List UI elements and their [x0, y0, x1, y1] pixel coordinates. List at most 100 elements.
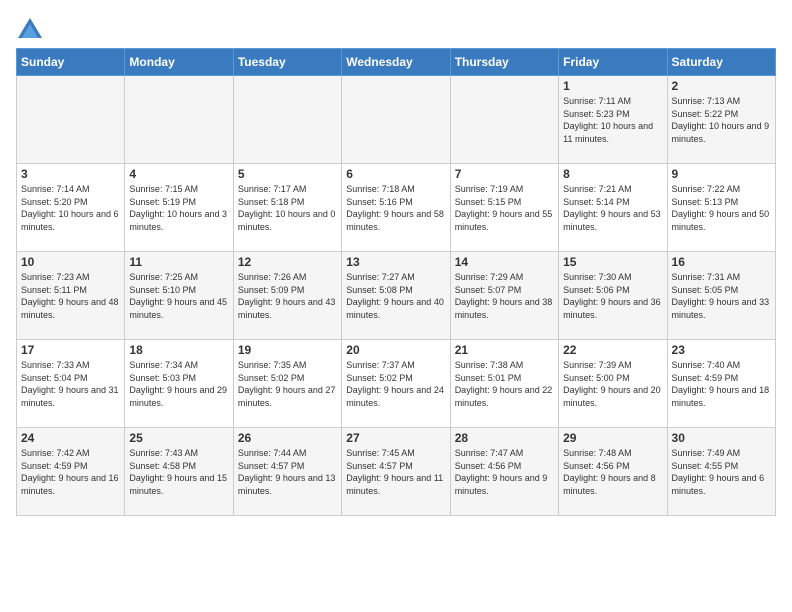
- day-content: Sunrise: 7:35 AM Sunset: 5:02 PM Dayligh…: [238, 359, 337, 409]
- day-number: 7: [455, 167, 554, 181]
- calendar-cell: 9 Sunrise: 7:22 AM Sunset: 5:13 PM Daylig…: [667, 164, 775, 252]
- header-saturday: Saturday: [667, 49, 775, 76]
- calendar-cell: 17 Sunrise: 7:33 AM Sunset: 5:04 PM Dayli…: [17, 340, 125, 428]
- calendar-cell: 16Sunrise: 7:31 AM Sunset: 5:05 PM Dayli…: [667, 252, 775, 340]
- day-content: Sunrise: 7:44 AM Sunset: 4:57 PM Dayligh…: [238, 447, 337, 497]
- day-content: Sunrise: 7:48 AM Sunset: 4:56 PM Dayligh…: [563, 447, 662, 497]
- calendar-cell: 25 Sunrise: 7:43 AM Sunset: 4:58 PM Dayli…: [125, 428, 233, 516]
- day-content: Sunrise: 7:25 AM Sunset: 5:10 PM Dayligh…: [129, 271, 228, 321]
- day-content: Sunrise: 7:49 AM Sunset: 4:55 PM Dayligh…: [672, 447, 771, 497]
- day-number: 19: [238, 343, 337, 357]
- day-content: Sunrise: 7:14 AM Sunset: 5:20 PM Dayligh…: [21, 183, 120, 233]
- header-friday: Friday: [559, 49, 667, 76]
- day-number: 9: [672, 167, 771, 181]
- day-number: 14: [455, 255, 554, 269]
- calendar-header-row: SundayMondayTuesdayWednesdayThursdayFrid…: [17, 49, 776, 76]
- day-number: 29: [563, 431, 662, 445]
- header-sunday: Sunday: [17, 49, 125, 76]
- calendar-cell: 7 Sunrise: 7:19 AM Sunset: 5:15 PM Daylig…: [450, 164, 558, 252]
- day-content: Sunrise: 7:23 AM Sunset: 5:11 PM Dayligh…: [21, 271, 120, 321]
- logo: [16, 16, 48, 44]
- day-number: 15: [563, 255, 662, 269]
- day-content: Sunrise: 7:33 AM Sunset: 5:04 PM Dayligh…: [21, 359, 120, 409]
- calendar-cell: 24 Sunrise: 7:42 AM Sunset: 4:59 PM Dayli…: [17, 428, 125, 516]
- calendar-cell: 4 Sunrise: 7:15 AM Sunset: 5:19 PM Daylig…: [125, 164, 233, 252]
- day-content: Sunrise: 7:43 AM Sunset: 4:58 PM Dayligh…: [129, 447, 228, 497]
- day-content: Sunrise: 7:47 AM Sunset: 4:56 PM Dayligh…: [455, 447, 554, 497]
- day-number: 6: [346, 167, 445, 181]
- calendar-cell: 1Sunrise: 7:11 AM Sunset: 5:23 PM Daylig…: [559, 76, 667, 164]
- calendar-cell: 29 Sunrise: 7:48 AM Sunset: 4:56 PM Dayli…: [559, 428, 667, 516]
- day-content: Sunrise: 7:29 AM Sunset: 5:07 PM Dayligh…: [455, 271, 554, 321]
- calendar-cell: [450, 76, 558, 164]
- day-content: Sunrise: 7:42 AM Sunset: 4:59 PM Dayligh…: [21, 447, 120, 497]
- week-row-4: 17 Sunrise: 7:33 AM Sunset: 5:04 PM Dayli…: [17, 340, 776, 428]
- week-row-5: 24 Sunrise: 7:42 AM Sunset: 4:59 PM Dayli…: [17, 428, 776, 516]
- day-number: 20: [346, 343, 445, 357]
- day-number: 27: [346, 431, 445, 445]
- day-content: Sunrise: 7:37 AM Sunset: 5:02 PM Dayligh…: [346, 359, 445, 409]
- day-content: Sunrise: 7:39 AM Sunset: 5:00 PM Dayligh…: [563, 359, 662, 409]
- calendar-cell: 21 Sunrise: 7:38 AM Sunset: 5:01 PM Dayli…: [450, 340, 558, 428]
- day-content: Sunrise: 7:15 AM Sunset: 5:19 PM Dayligh…: [129, 183, 228, 233]
- calendar-cell: 27 Sunrise: 7:45 AM Sunset: 4:57 PM Dayli…: [342, 428, 450, 516]
- day-number: 23: [672, 343, 771, 357]
- calendar-cell: 3Sunrise: 7:14 AM Sunset: 5:20 PM Daylig…: [17, 164, 125, 252]
- day-number: 10: [21, 255, 120, 269]
- calendar-cell: 6 Sunrise: 7:18 AM Sunset: 5:16 PM Daylig…: [342, 164, 450, 252]
- day-content: Sunrise: 7:34 AM Sunset: 5:03 PM Dayligh…: [129, 359, 228, 409]
- day-content: Sunrise: 7:17 AM Sunset: 5:18 PM Dayligh…: [238, 183, 337, 233]
- day-content: Sunrise: 7:19 AM Sunset: 5:15 PM Dayligh…: [455, 183, 554, 233]
- calendar-table: SundayMondayTuesdayWednesdayThursdayFrid…: [16, 48, 776, 516]
- day-number: 17: [21, 343, 120, 357]
- week-row-3: 10 Sunrise: 7:23 AM Sunset: 5:11 PM Dayli…: [17, 252, 776, 340]
- calendar-cell: 14 Sunrise: 7:29 AM Sunset: 5:07 PM Dayli…: [450, 252, 558, 340]
- calendar-cell: 12 Sunrise: 7:26 AM Sunset: 5:09 PM Dayli…: [233, 252, 341, 340]
- header-thursday: Thursday: [450, 49, 558, 76]
- calendar-cell: 10 Sunrise: 7:23 AM Sunset: 5:11 PM Dayli…: [17, 252, 125, 340]
- day-number: 1: [563, 79, 662, 93]
- day-content: Sunrise: 7:26 AM Sunset: 5:09 PM Dayligh…: [238, 271, 337, 321]
- calendar-cell: 30 Sunrise: 7:49 AM Sunset: 4:55 PM Dayli…: [667, 428, 775, 516]
- day-content: Sunrise: 7:18 AM Sunset: 5:16 PM Dayligh…: [346, 183, 445, 233]
- header-wednesday: Wednesday: [342, 49, 450, 76]
- calendar-cell: 13Sunrise: 7:27 AM Sunset: 5:08 PM Dayli…: [342, 252, 450, 340]
- day-number: 5: [238, 167, 337, 181]
- calendar-cell: 20 Sunrise: 7:37 AM Sunset: 5:02 PM Dayli…: [342, 340, 450, 428]
- header-tuesday: Tuesday: [233, 49, 341, 76]
- day-content: Sunrise: 7:21 AM Sunset: 5:14 PM Dayligh…: [563, 183, 662, 233]
- day-content: Sunrise: 7:27 AM Sunset: 5:08 PM Dayligh…: [346, 271, 445, 321]
- page-header: [16, 16, 776, 44]
- day-number: 8: [563, 167, 662, 181]
- day-number: 21: [455, 343, 554, 357]
- day-number: 2: [672, 79, 771, 93]
- day-number: 28: [455, 431, 554, 445]
- day-number: 11: [129, 255, 228, 269]
- day-content: Sunrise: 7:45 AM Sunset: 4:57 PM Dayligh…: [346, 447, 445, 497]
- calendar-cell: 2 Sunrise: 7:13 AM Sunset: 5:22 PM Daylig…: [667, 76, 775, 164]
- calendar-cell: [17, 76, 125, 164]
- calendar-cell: [342, 76, 450, 164]
- calendar-cell: 15 Sunrise: 7:30 AM Sunset: 5:06 PM Dayli…: [559, 252, 667, 340]
- week-row-2: 3Sunrise: 7:14 AM Sunset: 5:20 PM Daylig…: [17, 164, 776, 252]
- day-number: 24: [21, 431, 120, 445]
- calendar-cell: 8 Sunrise: 7:21 AM Sunset: 5:14 PM Daylig…: [559, 164, 667, 252]
- day-content: Sunrise: 7:22 AM Sunset: 5:13 PM Dayligh…: [672, 183, 771, 233]
- day-content: Sunrise: 7:30 AM Sunset: 5:06 PM Dayligh…: [563, 271, 662, 321]
- day-number: 25: [129, 431, 228, 445]
- day-content: Sunrise: 7:31 AM Sunset: 5:05 PM Dayligh…: [672, 271, 771, 321]
- day-content: Sunrise: 7:38 AM Sunset: 5:01 PM Dayligh…: [455, 359, 554, 409]
- calendar-cell: 23Sunrise: 7:40 AM Sunset: 4:59 PM Dayli…: [667, 340, 775, 428]
- day-number: 22: [563, 343, 662, 357]
- day-number: 30: [672, 431, 771, 445]
- day-number: 4: [129, 167, 228, 181]
- logo-icon: [16, 16, 44, 44]
- day-number: 18: [129, 343, 228, 357]
- day-number: 12: [238, 255, 337, 269]
- calendar-cell: [233, 76, 341, 164]
- calendar-cell: [125, 76, 233, 164]
- day-content: Sunrise: 7:13 AM Sunset: 5:22 PM Dayligh…: [672, 95, 771, 145]
- week-row-1: 1Sunrise: 7:11 AM Sunset: 5:23 PM Daylig…: [17, 76, 776, 164]
- calendar-cell: 22 Sunrise: 7:39 AM Sunset: 5:00 PM Dayli…: [559, 340, 667, 428]
- calendar-cell: 28 Sunrise: 7:47 AM Sunset: 4:56 PM Dayli…: [450, 428, 558, 516]
